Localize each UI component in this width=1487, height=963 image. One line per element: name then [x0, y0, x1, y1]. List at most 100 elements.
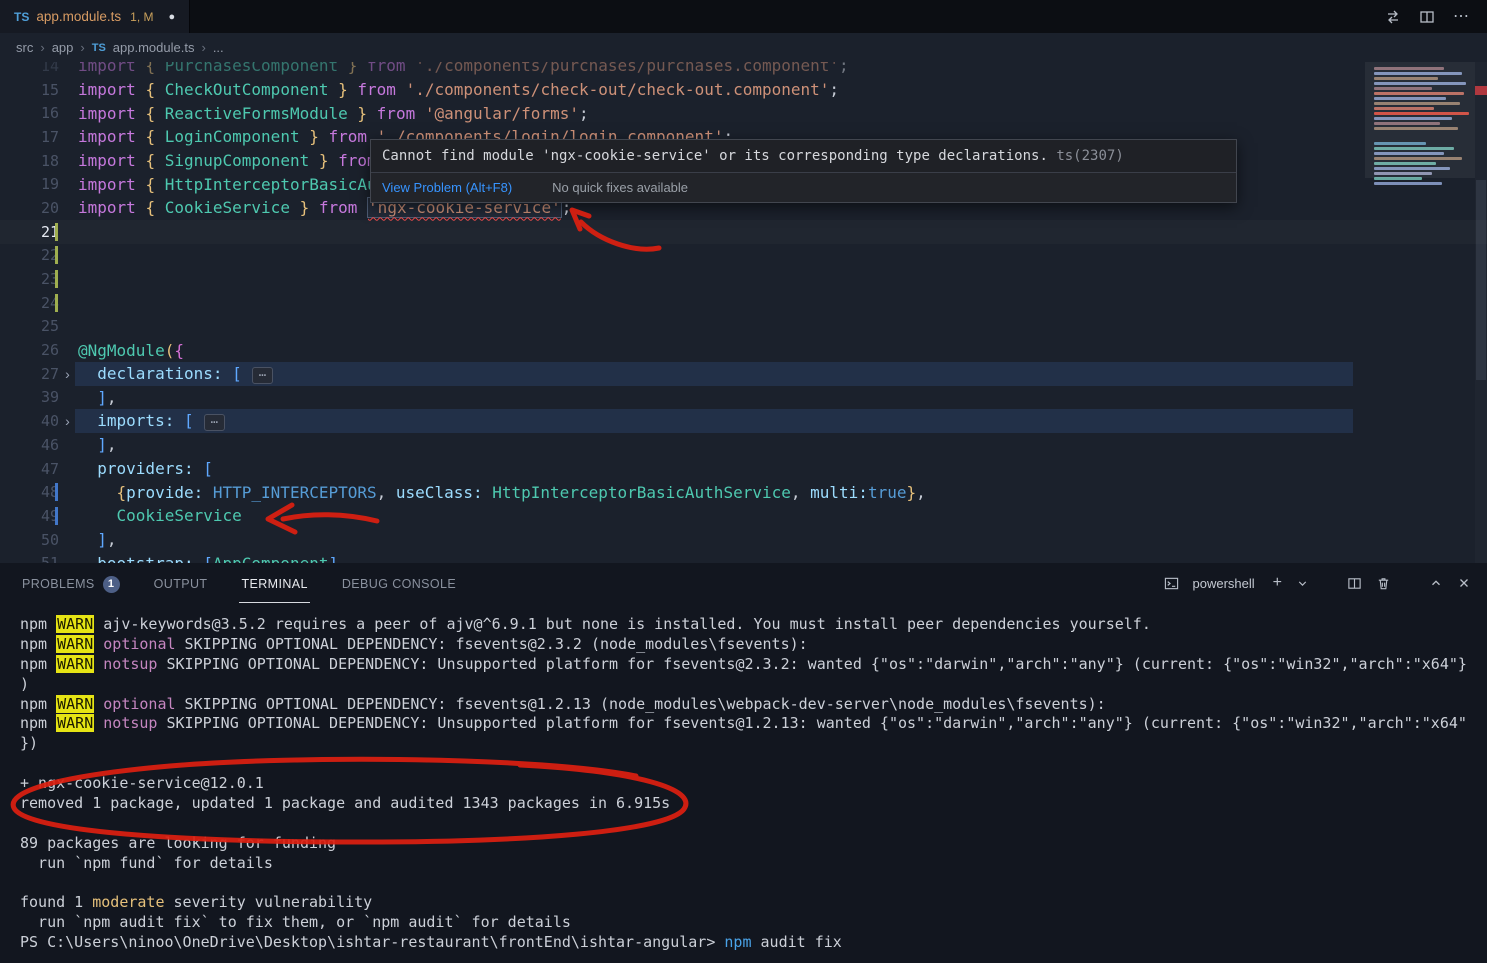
- line-number: 14: [40, 62, 59, 75]
- editor-scrollbar[interactable]: [1475, 62, 1487, 563]
- compare-changes-icon[interactable]: [1385, 9, 1401, 25]
- terminal-output[interactable]: npm WARN ajv-keywords@3.5.2 requires a p…: [0, 603, 1487, 963]
- tab-app-module-ts[interactable]: TS app.module.ts 1, M ●: [0, 0, 191, 33]
- code-line-23[interactable]: 23: [0, 267, 1487, 291]
- terminal-line: npm WARN optional SKIPPING OPTIONAL DEPE…: [20, 634, 808, 653]
- typescript-file-icon: TS: [14, 9, 30, 24]
- error-overview-mark: [1475, 86, 1487, 95]
- chevron-right-icon: ›: [201, 40, 206, 55]
- editor-region: src › app › TS app.module.ts › ... 14 imp…: [0, 33, 1487, 563]
- gutter-change-indicator: [55, 246, 58, 265]
- line-number: 17: [40, 127, 59, 146]
- gutter-change-indicator: [55, 222, 58, 241]
- panel-tab-terminal[interactable]: TERMINAL: [239, 563, 310, 603]
- code-line-14[interactable]: 14 import { PurchasesComponent } from './…: [0, 62, 1487, 78]
- terminal-line: npm WARN notsup SKIPPING OPTIONAL DEPEND…: [20, 714, 1467, 733]
- line-number: 27: [40, 364, 59, 383]
- code-line-50[interactable]: 50 ],: [0, 528, 1487, 552]
- terminal-line: 89 packages are looking for funding: [20, 833, 337, 852]
- tab-title: app.module.ts: [36, 9, 122, 24]
- gutter-change-indicator: [55, 483, 58, 502]
- gutter-change-indicator: [55, 506, 58, 525]
- code-line-16[interactable]: 16 import { ReactiveFormsModule } from '@…: [0, 101, 1487, 125]
- unsaved-dot-icon[interactable]: ●: [169, 11, 176, 23]
- line-number: 19: [40, 175, 59, 194]
- line-number: 46: [40, 435, 59, 454]
- panel-tab-debug-console[interactable]: DEBUG CONSOLE: [340, 563, 458, 603]
- code-line-48[interactable]: 48 {provide: HTTP_INTERCEPTORS, useClass…: [0, 480, 1487, 504]
- panel-tabs: PROBLEMS 1 OUTPUT TERMINAL DEBUG CONSOLE: [20, 563, 458, 603]
- error-hover-tooltip: Cannot find module 'ngx-cookie-service' …: [370, 139, 1237, 203]
- code-line-39[interactable]: 39 ],: [0, 386, 1487, 410]
- folded-code-badge[interactable]: ⋯: [251, 366, 274, 384]
- line-number: 18: [40, 151, 59, 170]
- code-line-49[interactable]: 49 CookieService: [0, 504, 1487, 528]
- code-line-26[interactable]: 26 @NgModule({: [0, 338, 1487, 362]
- breadcrumb-item-src[interactable]: src: [16, 40, 33, 55]
- breadcrumb-item-file[interactable]: app.module.ts: [113, 40, 195, 55]
- code-line-25[interactable]: 25: [0, 315, 1487, 339]
- split-terminal-icon[interactable]: [1347, 576, 1362, 591]
- tooltip-actions: View Problem (Alt+F8) No quick fixes ava…: [371, 172, 1236, 202]
- editor-tab-bar: TS app.module.ts 1, M ● ⋯: [0, 0, 1487, 33]
- view-problem-link[interactable]: View Problem (Alt+F8): [382, 180, 512, 195]
- terminal-line: removed 1 package, updated 1 package and…: [20, 794, 671, 813]
- code-line-24[interactable]: 24: [0, 291, 1487, 315]
- fold-chevron-icon[interactable]: ›: [59, 413, 76, 429]
- problems-count-badge: 1: [102, 575, 120, 593]
- terminal-line: }): [20, 734, 39, 753]
- more-actions-icon[interactable]: ⋯: [1453, 8, 1469, 25]
- line-number: 22: [40, 246, 59, 265]
- code-line-51[interactable]: 51 bootstrap: [AppComponent]: [0, 551, 1487, 563]
- terminal-line: npm WARN optional SKIPPING OPTIONAL DEPE…: [20, 694, 1106, 713]
- gutter-change-indicator: [55, 270, 58, 289]
- terminal-line: run `npm fund` for details: [20, 853, 273, 872]
- code-line-21[interactable]: 21: [0, 220, 1487, 244]
- fold-chevron-icon[interactable]: ›: [59, 366, 76, 382]
- code-viewport: 14 import { PurchasesComponent } from './…: [0, 62, 1487, 563]
- panel-tab-problems[interactable]: PROBLEMS 1: [20, 563, 122, 603]
- scrollbar-thumb[interactable]: [1476, 180, 1486, 380]
- line-number: 20: [40, 198, 59, 217]
- line-number: 48: [40, 483, 59, 502]
- minimap-slider[interactable]: [1365, 62, 1475, 178]
- new-terminal-icon[interactable]: +: [1273, 575, 1282, 591]
- terminal-dropdown-icon[interactable]: [1296, 577, 1309, 590]
- code-line-22[interactable]: 22: [0, 244, 1487, 268]
- typescript-file-icon: TS: [91, 41, 106, 54]
- line-number: 25: [40, 317, 59, 336]
- no-quick-fixes-label: No quick fixes available: [552, 180, 689, 195]
- chevron-right-icon: ›: [80, 40, 85, 55]
- maximize-panel-icon[interactable]: [1429, 576, 1443, 590]
- code-line-47[interactable]: 47 providers: [: [0, 457, 1487, 481]
- split-editor-icon[interactable]: [1419, 9, 1435, 25]
- code-lines: 14 import { PurchasesComponent } from './…: [0, 62, 1487, 563]
- error-message: Cannot find module 'ngx-cookie-service' …: [382, 148, 1124, 164]
- code-line-46[interactable]: 46 ],: [0, 433, 1487, 457]
- breadcrumb[interactable]: src › app › TS app.module.ts › ...: [0, 33, 1487, 62]
- terminal-controls: powershell +: [1164, 575, 1472, 591]
- panel-tab-output[interactable]: OUTPUT: [152, 563, 210, 603]
- line-number: 47: [40, 459, 59, 478]
- code-line-15[interactable]: 15 import { CheckOutComponent } from './c…: [0, 78, 1487, 102]
- breadcrumb-item-app[interactable]: app: [52, 40, 74, 55]
- code-line-27[interactable]: 27 › declarations: [⋯: [0, 361, 1487, 386]
- panel-header: PROBLEMS 1 OUTPUT TERMINAL DEBUG CONSOLE pow…: [0, 563, 1487, 603]
- terminal-line: ): [20, 674, 30, 693]
- line-number: 39: [40, 388, 59, 407]
- close-panel-icon[interactable]: [1457, 576, 1471, 590]
- kill-terminal-trash-icon[interactable]: [1376, 576, 1391, 591]
- terminal-line: npm WARN ajv-keywords@3.5.2 requires a p…: [20, 615, 1151, 633]
- gutter-change-indicator: [55, 293, 58, 312]
- line-number: 21: [40, 222, 59, 241]
- breadcrumb-item-symbol[interactable]: ...: [213, 40, 224, 55]
- code-line-40[interactable]: 40 › imports: [⋯: [0, 409, 1487, 433]
- shell-name[interactable]: powershell: [1193, 576, 1255, 591]
- terminal-line: found 1 moderate severity vulnerability: [20, 893, 373, 912]
- editor-actions: ⋯: [1385, 8, 1487, 25]
- line-number: 16: [40, 104, 59, 123]
- vscode-window: TS app.module.ts 1, M ● ⋯ src › app › TS…: [0, 0, 1487, 963]
- folded-code-badge[interactable]: ⋯: [203, 414, 225, 432]
